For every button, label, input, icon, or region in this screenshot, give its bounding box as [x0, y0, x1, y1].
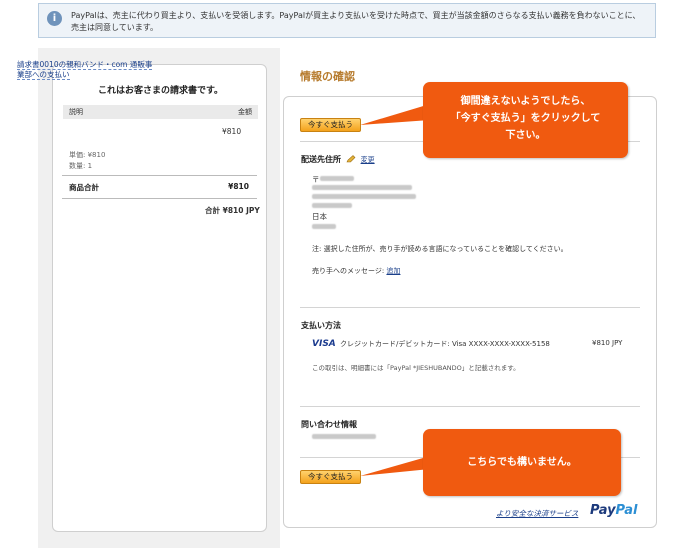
- invoice-divider: [62, 175, 257, 176]
- address-country: 日本: [312, 212, 327, 221]
- statement-note: この取引は、明細書には「PayPal *JIESHUBANDO」と記載されます。: [312, 364, 520, 372]
- address-line: [312, 194, 416, 199]
- subtotal-label: 商品合計: [69, 183, 99, 192]
- change-address-link[interactable]: 変更: [361, 156, 375, 164]
- callout-arrow-bottom: [360, 456, 430, 476]
- address-line: [320, 176, 354, 181]
- callout-arrow-top: [360, 104, 430, 125]
- invoice-header-row: 説明 金額: [63, 105, 258, 119]
- address-line: [312, 224, 336, 229]
- page-title: 情報の確認: [300, 70, 355, 83]
- section-divider: [300, 406, 640, 407]
- payment-amount: ¥810 JPY: [592, 339, 623, 347]
- pay-now-button-bottom[interactable]: 今すぐ支払う: [300, 470, 361, 484]
- subtotal-row: 商品合計 ¥810: [69, 182, 249, 193]
- add-message-link[interactable]: 追加: [386, 267, 400, 275]
- callout-bottom: こちらでも構いません。: [423, 429, 621, 496]
- contact-title: 問い合わせ情報: [301, 420, 357, 429]
- item-quantity: 数量: 1: [69, 162, 93, 170]
- paypal-logo: PayPal: [590, 503, 638, 518]
- secure-payment-link[interactable]: より安全な決済サービス: [496, 508, 578, 519]
- address-line: [312, 185, 412, 190]
- pencil-icon: [346, 155, 356, 163]
- payment-title: 支払い方法: [301, 321, 341, 330]
- item-price: ¥810: [222, 127, 242, 136]
- grand-total: 合計 ¥810 JPY: [205, 206, 260, 215]
- contact-email: [312, 434, 376, 439]
- visa-logo: VISA: [312, 339, 336, 349]
- item-unit-price: 単価: ¥810: [69, 151, 106, 159]
- notice-text: PayPalは、売主に代わり買主より、支払いを受領します。PayPalが買主より…: [71, 11, 641, 32]
- shipping-title: 配送先住所 変更: [301, 155, 375, 164]
- subtotal-value: ¥810: [228, 182, 249, 191]
- address-language-note: 注: 選択した住所が、売り手が読める言語になっていることを確認してください。: [312, 245, 568, 253]
- invoice-divider: [62, 198, 257, 199]
- seller-message: 売り手へのメッセージ: 追加: [312, 267, 401, 275]
- col-description: 説明: [69, 108, 83, 116]
- invoice-title: これはお客さまの請求書です。: [97, 86, 224, 96]
- address-line: [312, 203, 352, 208]
- col-amount: 金額: [238, 108, 252, 116]
- paypal-notice: i PayPalは、売主に代わり買主より、支払いを受領します。PayPalが買主…: [38, 3, 656, 38]
- callout-top: 御間違えないようでしたら、 「今すぐ支払う」をクリックして 下さい。: [423, 82, 628, 158]
- section-divider: [300, 307, 640, 308]
- info-icon: i: [47, 11, 62, 26]
- item-name-link[interactable]: 請求書0010の親和バンド・com 通販事業部への支払い: [17, 60, 157, 80]
- card-description: クレジットカード/デビットカード: Visa XXXX-XXXX-XXXX-51…: [340, 340, 550, 348]
- pay-now-button-top[interactable]: 今すぐ支払う: [300, 118, 361, 132]
- address-postal: 〒: [312, 175, 320, 184]
